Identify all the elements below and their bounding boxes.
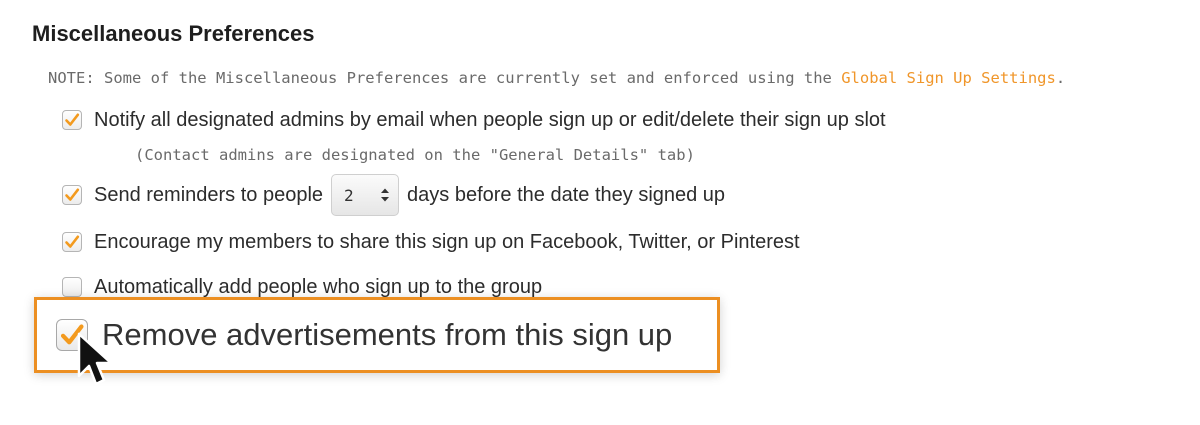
- section-title: Miscellaneous Preferences: [32, 21, 315, 46]
- reminders-label-before: Send reminders to people: [94, 183, 324, 206]
- share-social-option: Encourage my members to share this sign …: [62, 228, 800, 256]
- highlight-callout: Remove advertisements from this sign up: [34, 297, 720, 373]
- check-icon: [65, 188, 80, 201]
- check-icon: [65, 235, 80, 248]
- notify-admins-checkbox[interactable]: [62, 110, 82, 130]
- reminders-option: Send reminders to people 2 days before t…: [62, 174, 725, 216]
- global-settings-link[interactable]: Global Sign Up Settings: [841, 69, 1056, 87]
- reminder-days-value: 2: [344, 185, 354, 205]
- reminder-days-select[interactable]: 2: [331, 174, 400, 216]
- mouse-cursor-icon: [77, 332, 113, 386]
- share-social-checkbox[interactable]: [62, 232, 82, 252]
- remove-ads-label: Remove advertisements from this sign up: [102, 317, 673, 352]
- add-to-group-label: Automatically add people who sign up to …: [94, 275, 543, 298]
- check-icon: [65, 113, 80, 126]
- add-to-group-checkbox[interactable]: [62, 277, 82, 297]
- notify-admins-hint: (Contact admins are designated on the "G…: [135, 146, 695, 164]
- reminders-label-after: days before the date they signed up: [407, 183, 726, 206]
- note-suffix: .: [1055, 69, 1066, 87]
- share-social-label: Encourage my members to share this sign …: [94, 230, 800, 253]
- updown-arrow-icon: [381, 188, 390, 202]
- notify-admins-option: Notify all designated admins by email wh…: [62, 106, 886, 134]
- reminders-checkbox[interactable]: [62, 185, 82, 205]
- note-text: NOTE: Some of the Miscellaneous Preferen…: [48, 69, 842, 87]
- notify-admins-label: Notify all designated admins by email wh…: [94, 108, 886, 131]
- settings-note: NOTE: Some of the Miscellaneous Preferen…: [48, 69, 1065, 87]
